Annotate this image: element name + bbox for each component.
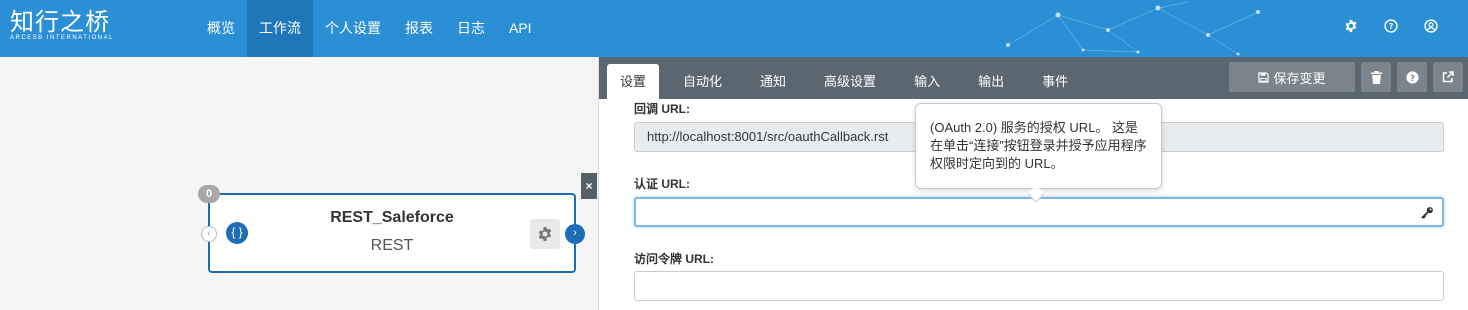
nav-item-workflow[interactable]: 工作流: [247, 0, 313, 57]
key-icon[interactable]: [1421, 206, 1434, 219]
top-icon-group: ?: [1342, 17, 1440, 35]
gear-icon[interactable]: [1342, 17, 1360, 35]
delete-button[interactable]: [1361, 62, 1391, 92]
svg-text:?: ?: [1389, 22, 1394, 31]
workflow-canvas[interactable]: ‹ { } REST_Saleforce REST › 0 ×: [0, 57, 597, 310]
panel-tabs: 设置 自动化 通知 高级设置 输入 输出 事件: [607, 64, 1092, 99]
connector-node[interactable]: ‹ { } REST_Saleforce REST ›: [201, 193, 585, 273]
panel-actions: 保存变更 ?: [1229, 62, 1463, 92]
save-changes-button[interactable]: 保存变更: [1229, 62, 1355, 92]
external-link-icon: [1442, 71, 1454, 83]
save-icon: [1258, 71, 1270, 83]
close-panel-button[interactable]: ×: [581, 173, 597, 199]
auth-url-label: 认证 URL:: [634, 177, 690, 191]
trash-icon: [1370, 70, 1382, 84]
nav-item-profile[interactable]: 个人设置: [313, 0, 393, 57]
save-button-label: 保存变更: [1273, 70, 1326, 86]
tooltip-line-2: 在单击“连接”按钮登录并授予应用程序: [930, 138, 1147, 153]
nav-item-reports[interactable]: 报表: [393, 0, 445, 57]
user-icon[interactable]: [1422, 17, 1440, 35]
network-decoration: [1006, 1, 1260, 56]
nav-item-api[interactable]: API: [497, 0, 544, 57]
token-url-label: 访问令牌 URL:: [634, 252, 714, 266]
auth-url-tooltip: (OAuth 2.0) 服务的授权 URL。 这是 在单击“连接”按钮登录并授予…: [915, 103, 1162, 189]
top-navbar: 知行之桥 ARCESB INTERNATIONAL 概览 工作流 个人设置 报表…: [0, 0, 1468, 57]
open-external-button[interactable]: [1433, 62, 1463, 92]
nav-item-overview[interactable]: 概览: [195, 0, 247, 57]
node-settings-gear-icon[interactable]: [530, 219, 560, 249]
help-icon[interactable]: ?: [1382, 17, 1400, 35]
tab-events[interactable]: 事件: [1028, 64, 1082, 99]
token-url-input[interactable]: [634, 271, 1444, 301]
panel-header: 设置 自动化 通知 高级设置 输入 输出 事件 保存变更 ?: [599, 57, 1468, 99]
tab-settings[interactable]: 设置: [607, 64, 660, 99]
tab-notifications[interactable]: 通知: [746, 64, 800, 99]
main-nav: 概览 工作流 个人设置 报表 日志 API: [195, 0, 544, 57]
logo-en-text: ARCESB INTERNATIONAL: [10, 35, 114, 41]
auth-url-input[interactable]: [634, 197, 1444, 227]
tab-advanced[interactable]: 高级设置: [810, 64, 890, 99]
node-subtitle: REST: [370, 237, 414, 254]
tab-input[interactable]: 输入: [900, 64, 954, 99]
node-output-port-chevron-right-icon[interactable]: ›: [565, 224, 585, 244]
help-button[interactable]: ?: [1397, 62, 1427, 92]
tab-automation[interactable]: 自动化: [669, 64, 736, 99]
logo-cn-text: 知行之桥: [10, 8, 110, 36]
tooltip-line-1: (OAuth 2.0) 服务的授权 URL。 这是: [930, 120, 1139, 135]
help-icon: ?: [1405, 70, 1419, 84]
svg-text:?: ?: [1410, 72, 1415, 82]
tab-output[interactable]: 输出: [964, 64, 1018, 99]
brand-logo[interactable]: 知行之桥 ARCESB INTERNATIONAL: [10, 8, 114, 41]
node-count-badge: 0: [198, 185, 220, 203]
nav-item-logs[interactable]: 日志: [445, 0, 497, 57]
node-title: REST_Saleforce: [330, 209, 454, 226]
callback-url-label: 回调 URL:: [634, 102, 690, 116]
tooltip-line-3: 权限时定向到的 URL。: [930, 156, 1064, 171]
